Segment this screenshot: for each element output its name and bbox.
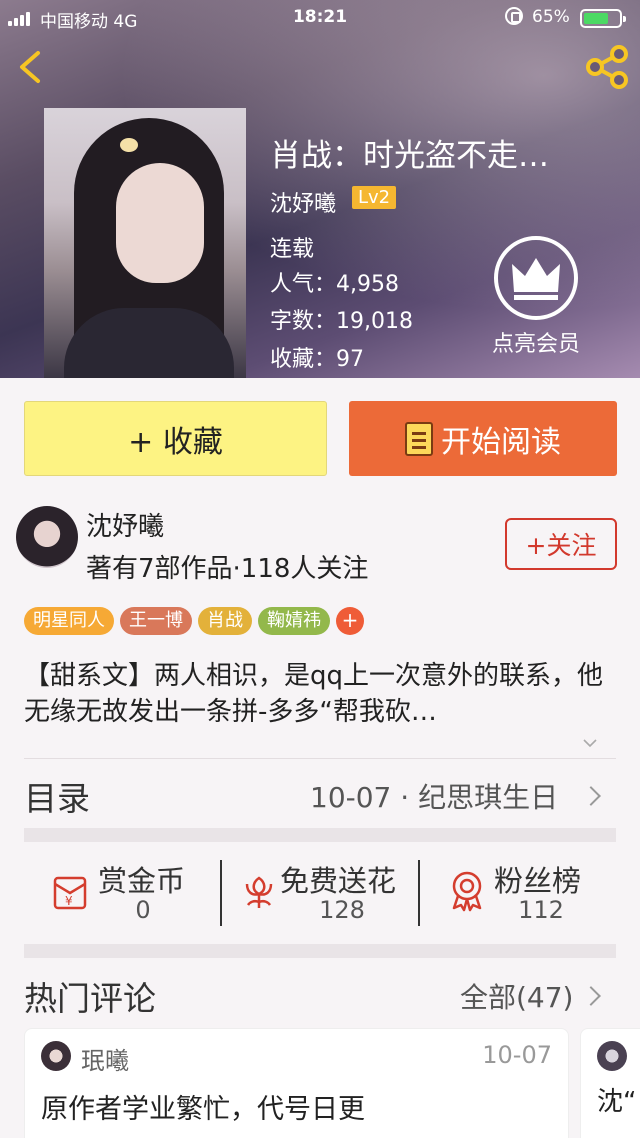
crown-icon[interactable]	[492, 234, 580, 322]
fan-ranking-value: 112	[518, 896, 564, 924]
share-button[interactable]	[582, 45, 632, 89]
follow-label: +关注	[525, 531, 597, 560]
chevron-right-icon	[581, 786, 601, 806]
collect-button[interactable]: + 收藏	[24, 401, 327, 476]
back-button[interactable]	[10, 45, 54, 89]
chevron-down-icon[interactable]	[582, 735, 598, 751]
divider	[220, 860, 222, 926]
book-icon	[405, 421, 433, 456]
battery-icon	[580, 9, 626, 28]
add-tag-button[interactable]: +	[336, 607, 364, 635]
fan-ranking-label: 粉丝榜	[494, 864, 582, 898]
divider	[418, 860, 420, 926]
status-bar: 中国移动 4G 18:21 65%	[0, 0, 640, 36]
serial-status: 连载	[270, 237, 315, 262]
book-cover-image[interactable]	[44, 108, 246, 378]
commenter-avatar[interactable]	[597, 1041, 627, 1071]
share-icon	[586, 45, 628, 89]
reward-coins-label: 赏金币	[98, 864, 186, 898]
red-envelope-icon: ¥	[53, 876, 87, 910]
latest-chapter[interactable]: 10-07 · 纪思琪生日	[310, 776, 558, 816]
commenter-avatar[interactable]	[41, 1041, 71, 1071]
send-flower-button[interactable]: 免费送花 128	[236, 858, 416, 928]
chevron-left-icon	[20, 51, 40, 83]
tag-item[interactable]: 肖战	[198, 607, 252, 635]
book-author[interactable]: 沈妤曦	[270, 186, 336, 218]
comment-text: 原作者学业繁忙，代号日更	[41, 1094, 365, 1125]
book-header: 中国移动 4G 18:21 65% 肖战：时光盗不走… 沈妤曦 Lv2 连载 人…	[0, 0, 640, 378]
send-flower-value: 128	[319, 896, 365, 924]
toc-title[interactable]: 目录	[24, 772, 90, 820]
author-avatar[interactable]	[16, 506, 78, 568]
chevron-right-icon	[581, 986, 601, 1006]
collect-label: + 收藏	[128, 424, 223, 460]
medal-icon	[452, 871, 482, 912]
popularity-stat: 人气：4,958	[270, 272, 399, 297]
comment-text: 沈“	[597, 1087, 637, 1117]
all-comments-link[interactable]: 全部(47)	[460, 976, 573, 1016]
synopsis-text[interactable]: 【甜系文】两人相识，是qq上一次意外的联系，他无缘无故发出一条拼-多多“帮我砍…	[24, 658, 614, 730]
divider	[24, 758, 616, 759]
reward-coins-value: 0	[135, 896, 151, 924]
level-badge: Lv2	[352, 186, 397, 209]
follow-button[interactable]: +关注	[505, 518, 617, 570]
hot-comments-title: 热门评论	[24, 979, 156, 1018]
section-separator	[24, 944, 616, 958]
comment-date: 10-07	[482, 1041, 552, 1069]
start-reading-button[interactable]: 开始阅读	[349, 401, 617, 476]
tag-item[interactable]: 王一博	[120, 607, 192, 635]
flower-icon	[245, 876, 273, 908]
favorites-stat: 收藏：97	[270, 347, 364, 372]
book-title: 肖战：时光盗不走…	[270, 138, 549, 174]
battery-percent: 65%	[532, 7, 570, 27]
fan-ranking-button[interactable]: 粉丝榜 112	[448, 858, 608, 928]
reward-coins-button[interactable]: ¥ 赏金币 0	[50, 858, 200, 928]
orientation-lock-icon	[505, 7, 523, 25]
start-reading-label: 开始阅读	[441, 424, 561, 460]
send-flower-label: 免费送花	[280, 864, 397, 898]
svg-text:¥: ¥	[65, 894, 73, 908]
author-meta: 著有7部作品·118人关注	[86, 554, 369, 584]
word-count-stat: 字数：19,018	[270, 309, 413, 334]
author-row-name[interactable]: 沈妤曦	[86, 506, 164, 543]
tag-item[interactable]: 鞠婧祎	[258, 607, 330, 635]
vip-label[interactable]: 点亮会员	[470, 326, 602, 358]
tag-list: 明星同人 王一博 肖战 鞠婧祎 +	[24, 607, 364, 635]
commenter-name[interactable]: 珉曦	[81, 1041, 129, 1076]
comment-card[interactable]: 沈“	[580, 1028, 640, 1138]
section-separator	[24, 828, 616, 842]
comment-card[interactable]: 珉曦 10-07 原作者学业繁忙，代号日更	[24, 1028, 569, 1138]
tag-item[interactable]: 明星同人	[24, 607, 114, 635]
